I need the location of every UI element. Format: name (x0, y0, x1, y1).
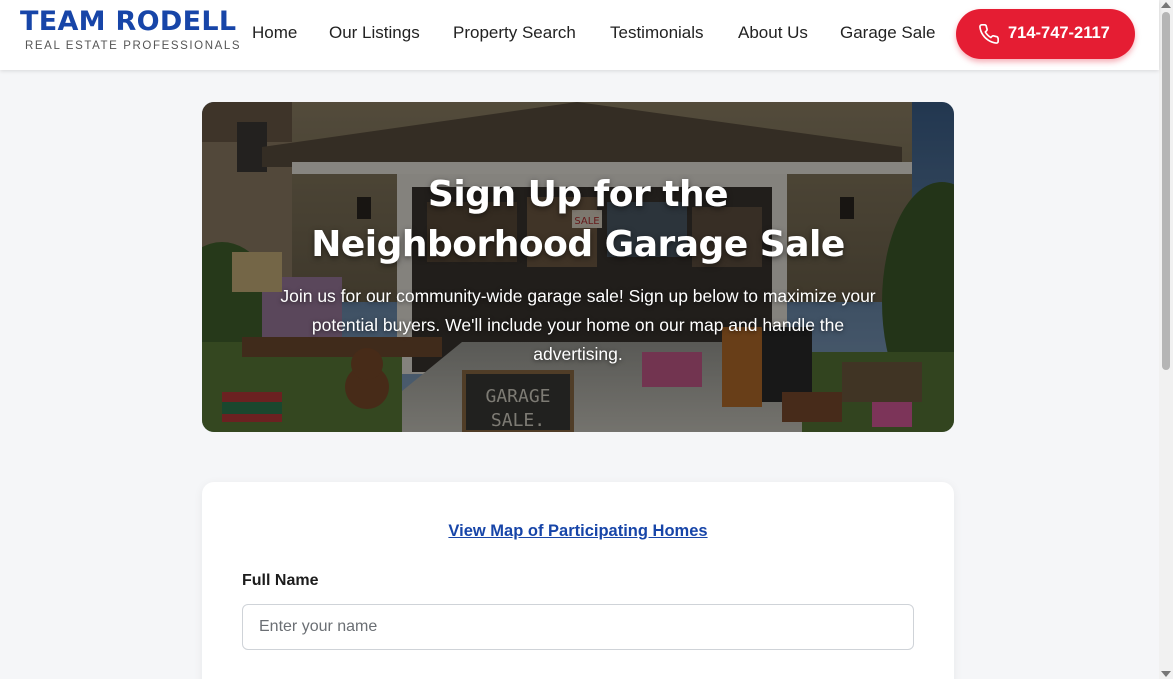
page-scrollbar[interactable] (1159, 0, 1173, 679)
scroll-down-arrow-icon[interactable] (1161, 671, 1171, 677)
phone-icon (979, 24, 999, 44)
hero-banner: GARAGE SALE. SALE Sign Up for the Neighb… (202, 102, 954, 432)
logo[interactable]: TEAM RODELL REAL ESTATE PROFESSIONALS (20, 6, 241, 52)
scrollbar-thumb[interactable] (1162, 12, 1170, 370)
nav-about-us[interactable]: About Us (738, 23, 808, 43)
logo-title: TEAM RODELL (20, 6, 237, 37)
hero-title-line2: Neighborhood Garage Sale (311, 224, 845, 265)
nav-testimonials[interactable]: Testimonials (610, 23, 704, 43)
hero-title-line1: Sign Up for the (427, 174, 729, 215)
nav-home[interactable]: Home (252, 23, 297, 43)
hero-description: Join us for our community-wide garage sa… (280, 286, 876, 364)
phone-call-button[interactable]: 714-747-2117 (956, 9, 1135, 59)
hero-title: Sign Up for the Neighborhood Garage Sale (202, 170, 954, 270)
page: TEAM RODELL REAL ESTATE PROFESSIONALS Ho… (0, 0, 1173, 679)
signup-form-card: View Map of Participating Homes Full Nam… (202, 482, 954, 679)
full-name-label: Full Name (242, 572, 319, 589)
nav-our-listings[interactable]: Our Listings (329, 23, 420, 43)
phone-number: 714-747-2117 (1008, 24, 1110, 42)
full-name-input[interactable] (242, 604, 914, 650)
scroll-up-arrow-icon[interactable] (1161, 2, 1171, 8)
nav-garage-sale[interactable]: Garage Sale (840, 23, 935, 43)
site-header: TEAM RODELL REAL ESTATE PROFESSIONALS Ho… (0, 0, 1159, 70)
logo-tagline: REAL ESTATE PROFESSIONALS (25, 40, 242, 52)
nav-property-search[interactable]: Property Search (453, 23, 576, 43)
view-map-link[interactable]: View Map of Participating Homes (202, 522, 954, 541)
